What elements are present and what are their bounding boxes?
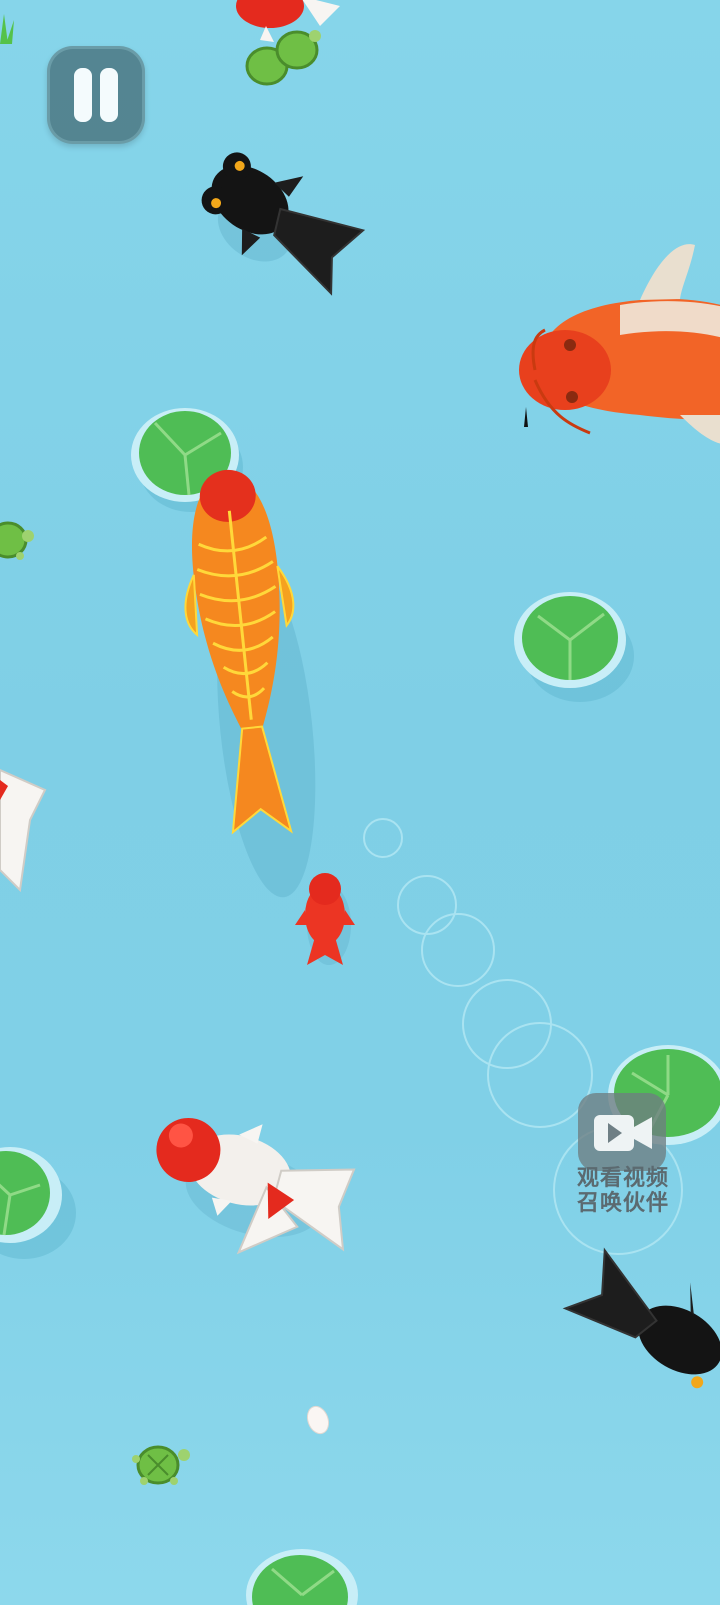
video-camera-icon xyxy=(578,1093,666,1171)
pause-button[interactable] xyxy=(47,46,145,144)
pause-icon-left-bar xyxy=(74,68,92,122)
video-label-line1: 观看视频 xyxy=(576,1166,669,1191)
video-label-line2: 召唤伙伴 xyxy=(576,1191,669,1216)
video-camera-glyph xyxy=(594,1115,652,1151)
watch-video-summon-button[interactable]: 观看视频 召唤伙伴 xyxy=(568,1093,678,1223)
pause-icon-right-bar xyxy=(100,68,118,122)
petal xyxy=(306,1405,330,1435)
pond-game-canvas[interactable]: 观看视频 召唤伙伴 xyxy=(0,0,720,1605)
